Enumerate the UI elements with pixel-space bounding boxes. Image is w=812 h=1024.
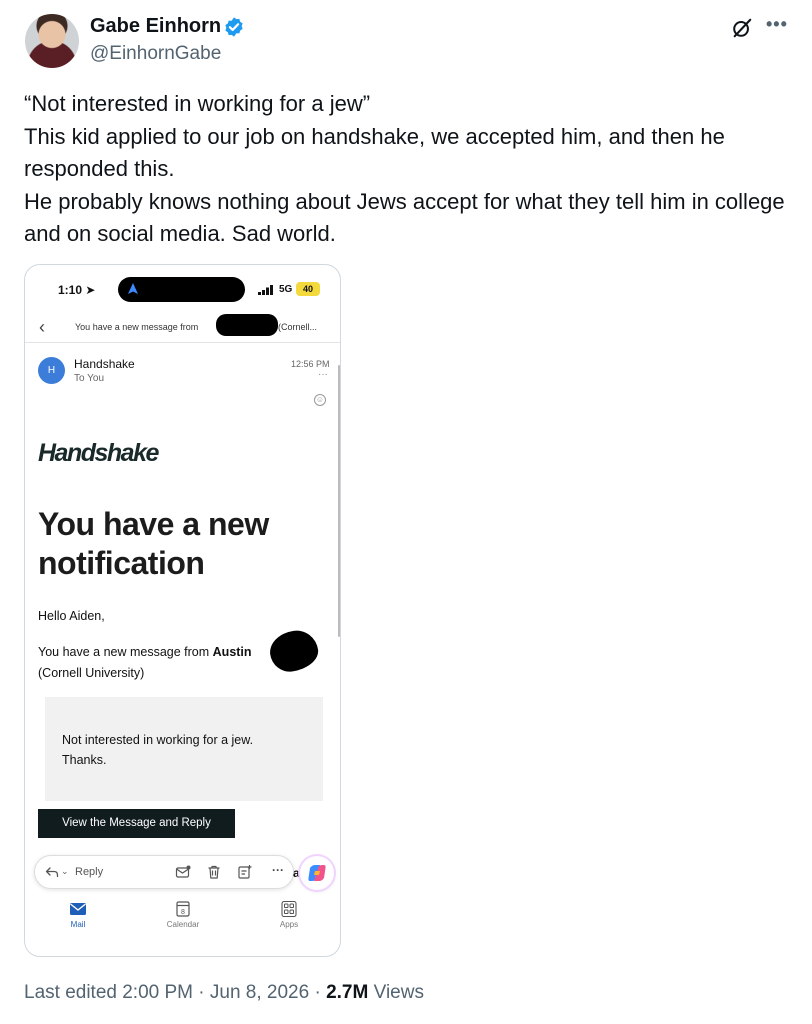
email-body-line: You have a new message from Austin bbox=[38, 645, 252, 659]
tweet-media-image[interactable]: 1:10 ➤ 5G 40 ‹ You have a new message fr… bbox=[24, 264, 341, 957]
verified-badge-icon bbox=[225, 17, 243, 37]
calendar-icon: 8 bbox=[176, 901, 190, 917]
reply-arrow-icon[interactable] bbox=[45, 865, 59, 879]
quote-line: Thanks. bbox=[62, 753, 107, 767]
sender-name: Handshake bbox=[74, 357, 135, 371]
copilot-icon bbox=[308, 865, 326, 881]
mail-timestamp: 12:56 PM bbox=[291, 359, 330, 369]
add-task-icon[interactable] bbox=[237, 864, 253, 880]
tweet-line: “Not interested in working for a jew” bbox=[24, 91, 371, 116]
tab-label: Mail bbox=[70, 920, 86, 929]
mail-subject-suffix: (Cornell... bbox=[278, 322, 318, 332]
reply-label[interactable]: Reply bbox=[75, 866, 103, 878]
email-headline: You have a new notification bbox=[38, 506, 269, 581]
tweet-line: This kid applied to our job on handshake… bbox=[24, 123, 725, 182]
more-options-icon[interactable]: ••• bbox=[766, 14, 788, 35]
grok-icon[interactable] bbox=[731, 17, 753, 39]
battery-indicator: 40 bbox=[296, 282, 320, 296]
recipient-label: To You bbox=[74, 373, 105, 384]
partial-text: a bbox=[293, 866, 300, 880]
header-divider bbox=[25, 342, 340, 343]
redaction-mark bbox=[216, 314, 278, 336]
sender-avatar: H bbox=[38, 357, 65, 384]
signal-bars-icon bbox=[258, 285, 273, 295]
views-label: Views bbox=[373, 982, 424, 1003]
message-from-school: (Cornell University) bbox=[38, 666, 145, 680]
mark-unread-icon[interactable] bbox=[175, 864, 191, 880]
svg-text:8: 8 bbox=[181, 909, 185, 916]
mail-more-icon[interactable]: ··· bbox=[318, 369, 328, 380]
author-handle[interactable]: @EinhornGabe bbox=[90, 43, 221, 65]
back-chevron-icon[interactable]: ‹ bbox=[39, 317, 45, 338]
mail-subject: You have a new message from bbox=[75, 322, 199, 332]
tab-label: Calendar bbox=[166, 920, 200, 929]
reaction-icon[interactable]: ☺ bbox=[314, 394, 326, 406]
tweet-metadata: Last edited 2:00 PM · Jun 8, 2026 · 2.7M… bbox=[24, 982, 424, 1004]
author-avatar[interactable] bbox=[25, 14, 79, 68]
more-icon[interactable]: ··· bbox=[272, 863, 284, 877]
quote-line: Not interested in working for a jew. bbox=[62, 733, 254, 747]
message-quote-box: Not interested in working for a jew. Tha… bbox=[45, 697, 323, 801]
trash-icon[interactable] bbox=[206, 864, 222, 880]
email-greeting: Hello Aiden, bbox=[38, 609, 105, 623]
network-type: 5G bbox=[279, 284, 293, 295]
handshake-logo: Handshake bbox=[38, 439, 159, 467]
dynamic-island bbox=[118, 277, 245, 302]
edited-timestamp[interactable]: Last edited 2:00 PM · Jun 8, 2026 · bbox=[24, 982, 321, 1003]
view-message-button[interactable]: View the Message and Reply bbox=[38, 809, 235, 838]
apps-icon bbox=[281, 901, 297, 917]
tab-calendar[interactable]: 8 Calendar bbox=[163, 901, 203, 929]
tweet-line: He probably knows nothing about Jews acc… bbox=[24, 188, 785, 247]
scrollbar[interactable] bbox=[338, 365, 340, 637]
phone-status-time: 1:10 ➤ bbox=[58, 283, 96, 297]
message-from-name: Austin bbox=[212, 645, 252, 659]
reply-bar[interactable]: ⌄ Reply ··· bbox=[34, 855, 294, 889]
tab-apps[interactable]: Apps bbox=[269, 901, 309, 929]
mail-icon bbox=[70, 903, 86, 915]
tab-label: Apps bbox=[279, 920, 299, 929]
tweet-text: “Not interested in working for a jew” Th… bbox=[24, 88, 794, 251]
message-intro: You have a new message from bbox=[38, 645, 210, 659]
tab-mail[interactable]: Mail bbox=[58, 901, 98, 929]
chevron-down-icon[interactable]: ⌄ bbox=[61, 866, 69, 877]
author-name[interactable]: Gabe Einhorn bbox=[90, 15, 221, 38]
redaction-mark bbox=[267, 627, 321, 675]
views-count: 2.7M bbox=[326, 982, 369, 1003]
navigation-arrow-icon bbox=[128, 283, 138, 294]
copilot-button[interactable] bbox=[300, 856, 334, 890]
